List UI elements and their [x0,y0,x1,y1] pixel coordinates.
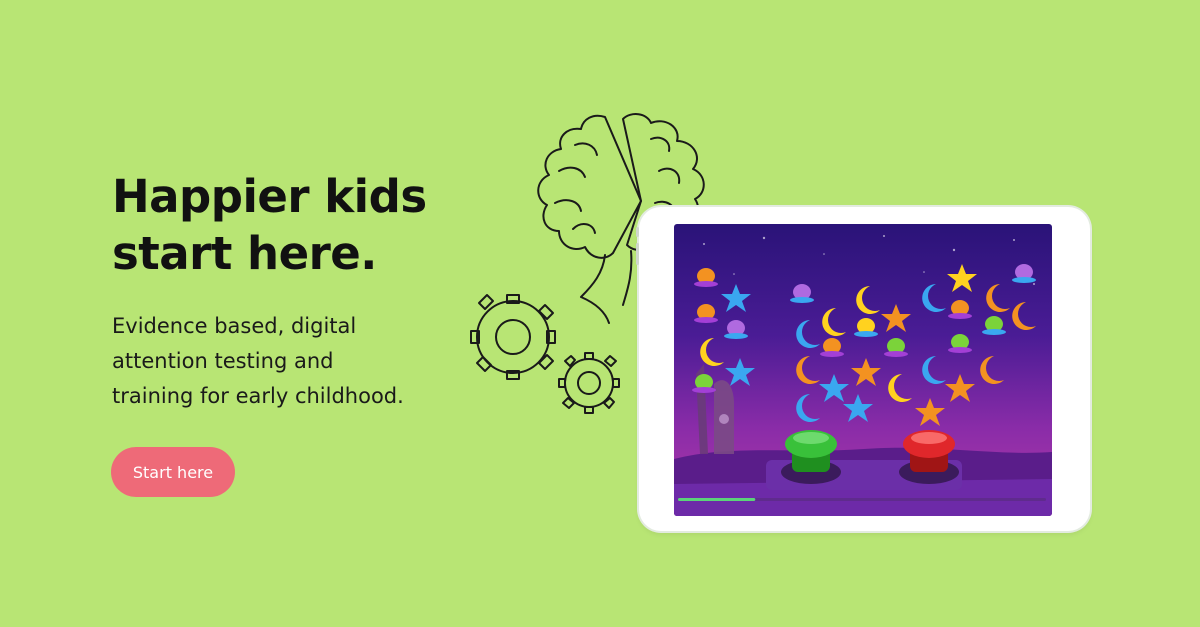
hero-subtitle: Evidence based, digital attention testin… [112,309,472,414]
hero-subtitle-line-2: attention testing and [112,349,334,373]
hero-subtitle-line-1: Evidence based, digital [112,314,357,338]
game-progress-bar [678,498,756,501]
tablet-volume-button [636,243,639,265]
hero-title-line-2: start here. [112,227,377,280]
hero-title-line-1: Happier kids [112,170,427,223]
hero-subtitle-line-3: training for early childhood. [112,384,404,408]
tablet-side-button [636,227,639,237]
start-here-button[interactable]: Start here [111,447,235,497]
star-icon [721,264,977,426]
hero-title: Happier kids start here. [112,168,472,282]
game-screen[interactable] [674,224,1052,516]
moon-icon [700,284,1036,422]
gear-icon [470,294,620,414]
